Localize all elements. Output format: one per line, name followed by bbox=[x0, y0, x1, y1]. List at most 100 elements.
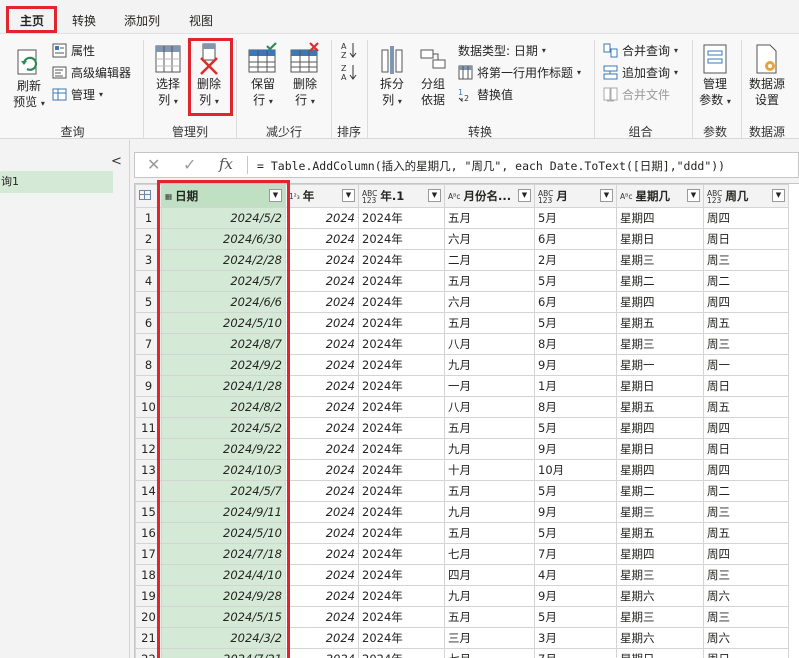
cell-weekday-short[interactable]: 周日 bbox=[703, 438, 789, 460]
column-filter-dropdown-icon[interactable]: ▼ bbox=[600, 189, 613, 202]
cell-month[interactable]: 5月 bbox=[534, 417, 617, 439]
cell-weekday-short[interactable]: 周六 bbox=[703, 585, 789, 607]
cell-weekday[interactable]: 星期五 bbox=[616, 522, 704, 544]
cell-year[interactable]: 2024 bbox=[285, 648, 359, 658]
cell-month[interactable]: 9月 bbox=[534, 585, 617, 607]
cell-month-name[interactable]: 五月 bbox=[444, 312, 535, 334]
fx-icon[interactable]: fx bbox=[219, 155, 233, 173]
cell-weekday-short[interactable]: 周四 bbox=[703, 417, 789, 439]
cell-year[interactable]: 2024 bbox=[285, 417, 359, 439]
cell-month[interactable]: 5月 bbox=[534, 522, 617, 544]
cell-weekday[interactable]: 星期二 bbox=[616, 480, 704, 502]
remove-columns-button[interactable]: 删除 列 ▾ bbox=[191, 42, 227, 110]
column-header-weekday[interactable]: Aᴮc 星期几 ▼ bbox=[616, 184, 704, 208]
row-number[interactable]: 15 bbox=[135, 501, 162, 523]
cell-weekday-short[interactable]: 周日 bbox=[703, 375, 789, 397]
cell-month[interactable]: 9月 bbox=[534, 438, 617, 460]
append-queries-button[interactable]: 追加查询 ▾ bbox=[603, 62, 678, 82]
cell-weekday-short[interactable]: 周二 bbox=[703, 480, 789, 502]
cell-month-name[interactable]: 五月 bbox=[444, 522, 535, 544]
cell-weekday-short[interactable]: 周四 bbox=[703, 291, 789, 313]
cell-weekday-short[interactable]: 周四 bbox=[703, 543, 789, 565]
cell-weekday[interactable]: 星期六 bbox=[616, 585, 704, 607]
row-number[interactable]: 22 bbox=[135, 648, 162, 658]
cell-month-name[interactable]: 五月 bbox=[444, 270, 535, 292]
cell-year-1[interactable]: 2024年 bbox=[358, 606, 445, 628]
cell-year[interactable]: 2024 bbox=[285, 270, 359, 292]
cell-date[interactable]: 2024/1/28 bbox=[161, 375, 286, 397]
merge-queries-button[interactable]: 合并查询 ▾ bbox=[603, 40, 678, 60]
cell-month[interactable]: 9月 bbox=[534, 354, 617, 376]
row-number[interactable]: 14 bbox=[135, 480, 162, 502]
cell-year[interactable]: 2024 bbox=[285, 291, 359, 313]
column-header-year-1[interactable]: ABC 123 年.1 ▼ bbox=[358, 184, 445, 208]
cell-month[interactable]: 5月 bbox=[534, 606, 617, 628]
cell-date[interactable]: 2024/5/2 bbox=[161, 417, 286, 439]
cell-month-name[interactable]: 八月 bbox=[444, 396, 535, 418]
cell-month-name[interactable]: 五月 bbox=[444, 417, 535, 439]
cell-month[interactable]: 8月 bbox=[534, 333, 617, 355]
cell-month[interactable]: 5月 bbox=[534, 312, 617, 334]
row-number[interactable]: 8 bbox=[135, 354, 162, 376]
column-filter-dropdown-icon[interactable]: ▼ bbox=[428, 189, 441, 202]
cell-weekday-short[interactable]: 周三 bbox=[703, 606, 789, 628]
cell-year[interactable]: 2024 bbox=[285, 249, 359, 271]
row-number[interactable]: 10 bbox=[135, 396, 162, 418]
cell-month-name[interactable]: 五月 bbox=[444, 606, 535, 628]
column-header-weekday-short[interactable]: ABC 123 周几 ▼ bbox=[703, 184, 789, 208]
cell-date[interactable]: 2024/5/10 bbox=[161, 522, 286, 544]
cell-year-1[interactable]: 2024年 bbox=[358, 480, 445, 502]
cell-weekday[interactable]: 星期三 bbox=[616, 501, 704, 523]
properties-button[interactable]: 属性 bbox=[52, 40, 95, 60]
cell-year-1[interactable]: 2024年 bbox=[358, 417, 445, 439]
cell-weekday-short[interactable]: 周四 bbox=[703, 459, 789, 481]
cell-year-1[interactable]: 2024年 bbox=[358, 333, 445, 355]
sort-descending-button[interactable]: ZA bbox=[341, 62, 357, 82]
cell-weekday-short[interactable]: 周日 bbox=[703, 228, 789, 250]
cell-year[interactable]: 2024 bbox=[285, 375, 359, 397]
cell-month[interactable]: 1月 bbox=[534, 375, 617, 397]
split-column-button[interactable]: 拆分 列 ▾ bbox=[374, 42, 410, 110]
cell-year[interactable]: 2024 bbox=[285, 354, 359, 376]
cell-year[interactable]: 2024 bbox=[285, 543, 359, 565]
cell-month[interactable]: 4月 bbox=[534, 564, 617, 586]
cell-month-name[interactable]: 七月 bbox=[444, 543, 535, 565]
row-number[interactable]: 11 bbox=[135, 417, 162, 439]
advanced-editor-button[interactable]: 高级编辑器 bbox=[52, 62, 131, 82]
column-filter-dropdown-icon[interactable]: ▼ bbox=[342, 189, 355, 202]
query-item[interactable]: 询1 bbox=[0, 171, 113, 193]
tab-home[interactable]: 主页 bbox=[20, 12, 44, 29]
column-filter-dropdown-icon[interactable]: ▼ bbox=[269, 189, 282, 202]
cell-month-name[interactable]: 九月 bbox=[444, 354, 535, 376]
cell-month[interactable]: 6月 bbox=[534, 291, 617, 313]
cell-year-1[interactable]: 2024年 bbox=[358, 354, 445, 376]
cell-weekday[interactable]: 星期三 bbox=[616, 333, 704, 355]
cell-weekday-short[interactable]: 周日 bbox=[703, 648, 789, 658]
cell-weekday[interactable]: 星期一 bbox=[616, 354, 704, 376]
cell-month-name[interactable]: 二月 bbox=[444, 249, 535, 271]
column-filter-dropdown-icon[interactable]: ▼ bbox=[772, 189, 785, 202]
cell-year-1[interactable]: 2024年 bbox=[358, 270, 445, 292]
cancel-formula-icon[interactable]: ✕ bbox=[147, 155, 160, 174]
cell-weekday[interactable]: 星期三 bbox=[616, 606, 704, 628]
column-header-month-name[interactable]: Aᴮc 月份名... ▼ bbox=[444, 184, 535, 208]
cell-date[interactable]: 2024/5/7 bbox=[161, 480, 286, 502]
row-number[interactable]: 21 bbox=[135, 627, 162, 649]
cell-year-1[interactable]: 2024年 bbox=[358, 438, 445, 460]
cell-year-1[interactable]: 2024年 bbox=[358, 375, 445, 397]
cell-weekday[interactable]: 星期日 bbox=[616, 648, 704, 658]
cell-weekday[interactable]: 星期六 bbox=[616, 627, 704, 649]
cell-date[interactable]: 2024/9/11 bbox=[161, 501, 286, 523]
row-number[interactable]: 2 bbox=[135, 228, 162, 250]
cell-year[interactable]: 2024 bbox=[285, 606, 359, 628]
cell-weekday[interactable]: 星期五 bbox=[616, 396, 704, 418]
cell-year[interactable]: 2024 bbox=[285, 480, 359, 502]
cell-weekday[interactable]: 星期三 bbox=[616, 564, 704, 586]
cell-year-1[interactable]: 2024年 bbox=[358, 648, 445, 658]
cell-month[interactable]: 6月 bbox=[534, 228, 617, 250]
cell-year-1[interactable]: 2024年 bbox=[358, 501, 445, 523]
group-by-button[interactable]: 分组 依据 bbox=[415, 42, 451, 108]
data-source-settings-button[interactable]: 数据源 设置 bbox=[745, 42, 789, 108]
cell-weekday-short[interactable]: 周三 bbox=[703, 249, 789, 271]
data-type-dropdown[interactable]: 数据类型: 日期 ▾ bbox=[458, 40, 546, 60]
